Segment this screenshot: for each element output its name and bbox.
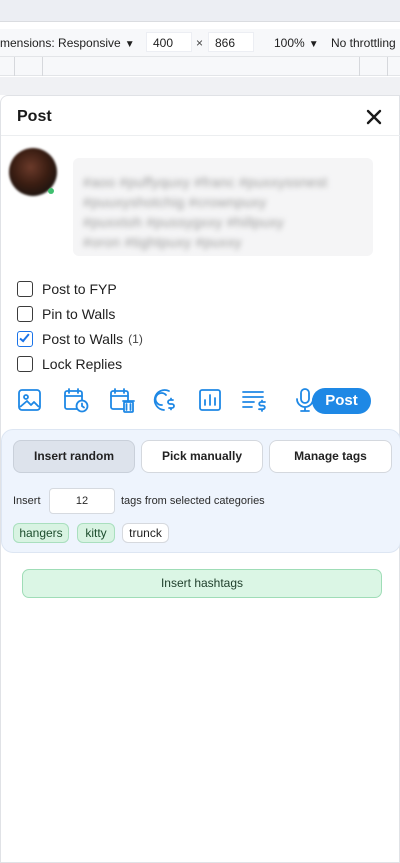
width-input[interactable]: 400	[146, 32, 192, 52]
post-button[interactable]: Post	[312, 388, 371, 414]
blurred-line: #oron #tightpuxy #puxxy	[83, 234, 242, 250]
walls-count: (1)	[128, 332, 143, 346]
blurred-line: #puxxtoh #pussygxxy #hillpuxy	[83, 214, 284, 230]
tag-count-input[interactable]: 12	[49, 488, 115, 514]
paid-icon[interactable]	[152, 386, 178, 414]
option-lock-replies[interactable]: Lock Replies	[17, 355, 122, 373]
price-list-icon[interactable]	[241, 386, 267, 414]
panel-title: Post	[17, 108, 52, 125]
insert-hashtags-button[interactable]: Insert hashtags	[22, 569, 382, 598]
tag-chip-hangers[interactable]: hangers	[13, 523, 69, 543]
hashtag-tools: Insert random Pick manually Manage tags …	[1, 429, 400, 553]
blurred-line: #aoo #puffyquxy #franc #puxxyssnest	[83, 174, 328, 190]
throttling-select[interactable]: No throttling	[331, 36, 396, 50]
checkbox[interactable]	[17, 356, 33, 372]
online-status-dot	[48, 188, 54, 194]
devtools-top-strip	[0, 0, 400, 22]
checkmark-icon	[19, 331, 30, 343]
option-post-to-walls[interactable]: Post to Walls (1)	[17, 330, 143, 348]
checkbox-checked[interactable]	[17, 331, 33, 347]
zoom-select[interactable]: 100% ▼	[274, 36, 319, 50]
ruler-tick	[42, 57, 43, 76]
ruler-tick	[359, 57, 360, 76]
ruler-tick	[14, 57, 15, 76]
caret-down-icon: ▼	[308, 39, 319, 50]
option-label: Post to Walls	[42, 331, 124, 347]
height-input[interactable]: 866	[208, 32, 254, 52]
times-symbol: ×	[196, 36, 204, 50]
insert-random-button[interactable]: Insert random	[13, 440, 135, 473]
option-label: Post to FYP	[42, 281, 117, 297]
insert-label: Insert	[13, 495, 41, 507]
media-query-ruler	[0, 56, 400, 76]
post-text-preview[interactable]: #aoo #puffyquxy #franc #puxxyssnest #puu…	[73, 158, 373, 256]
ruler-tick	[387, 57, 388, 76]
insert-suffix-label: tags from selected categories	[121, 495, 265, 507]
close-icon[interactable]	[365, 108, 383, 126]
option-post-to-fyp[interactable]: Post to FYP	[17, 280, 117, 298]
caret-down-icon: ▼	[124, 39, 135, 50]
panel-header: Post	[1, 96, 400, 136]
checkbox[interactable]	[17, 306, 33, 322]
tag-chip-kitty[interactable]: kitty	[77, 523, 115, 543]
stats-icon[interactable]	[197, 386, 223, 414]
manage-tags-button[interactable]: Manage tags	[269, 440, 392, 473]
device-toolbar: mensions: Responsive ▼ 400 × 866 100% ▼ No…	[0, 29, 400, 56]
tag-chip-trunck[interactable]: trunck	[122, 523, 169, 543]
viewport-gap	[0, 77, 400, 95]
blurred-line: #puuxyshotchig #crownpuxy	[83, 194, 267, 210]
pick-manually-button[interactable]: Pick manually	[141, 440, 263, 473]
image-icon[interactable]	[17, 386, 43, 414]
schedule-icon[interactable]	[63, 386, 89, 414]
option-pin-to-walls[interactable]: Pin to Walls	[17, 305, 115, 323]
calendar-delete-icon[interactable]	[109, 386, 135, 414]
checkbox[interactable]	[17, 281, 33, 297]
dimensions-select[interactable]: mensions: Responsive ▼	[0, 36, 135, 50]
post-panel: Post #aoo #puffyquxy #franc #puxxyssnest…	[0, 95, 400, 863]
option-label: Pin to Walls	[42, 306, 116, 322]
option-label: Lock Replies	[42, 356, 123, 372]
